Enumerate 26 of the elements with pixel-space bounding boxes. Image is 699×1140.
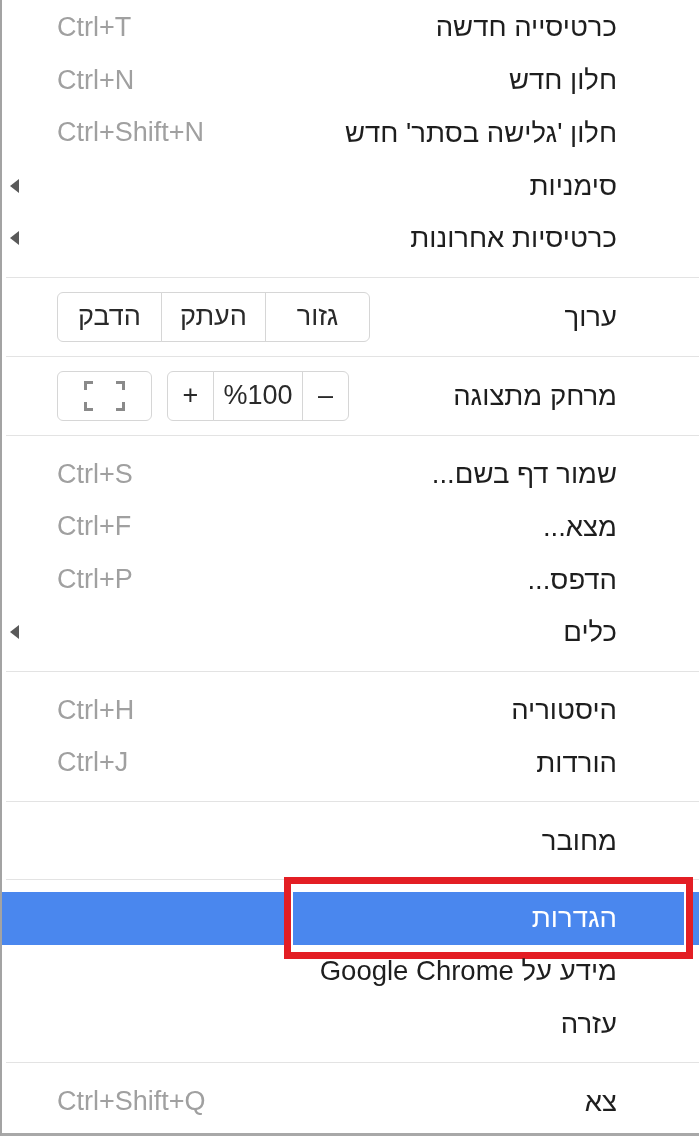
fullscreen-button[interactable] [57,370,152,421]
shortcut-label: Ctrl+Shift+N [57,117,205,149]
shortcut-label: Ctrl+F [57,511,132,543]
menu-item[interactable]: סימניות [2,159,699,212]
menu-item[interactable]: מידע על Google Chrome [2,944,699,998]
fullscreen-icon [84,380,125,411]
shortcut-label: Ctrl+S [57,458,133,490]
zoom-in-button[interactable]: + [167,370,214,421]
menu-label: מרחק מתצוגה [452,379,617,412]
zoom-out-button[interactable]: – [302,370,349,421]
edit-action-button[interactable]: הדבק [57,291,162,342]
shortcut-label: Ctrl+P [57,564,133,596]
menu-item[interactable]: מחובר [2,814,699,867]
zoom-level: %100 [213,370,303,421]
menu-item[interactable]: כלים [2,606,699,659]
menu-label: ערוך [563,300,617,333]
shortcut-label: Ctrl+J [57,747,129,779]
edit-action-button[interactable]: גזור [265,291,370,342]
shortcut-label: Ctrl+N [57,64,135,96]
menu-item[interactable]: הגדרות [2,892,699,945]
menu-item[interactable]: עזרה [2,997,699,1051]
shortcut-label: Ctrl+H [57,694,135,726]
edit-action-button[interactable]: העתק [161,291,266,342]
shortcut-label: Ctrl+T [57,11,132,43]
menu-item[interactable]: כרטיסיות אחרונות [2,212,699,265]
shortcut-label: Ctrl+Shift+Q [57,1086,206,1118]
